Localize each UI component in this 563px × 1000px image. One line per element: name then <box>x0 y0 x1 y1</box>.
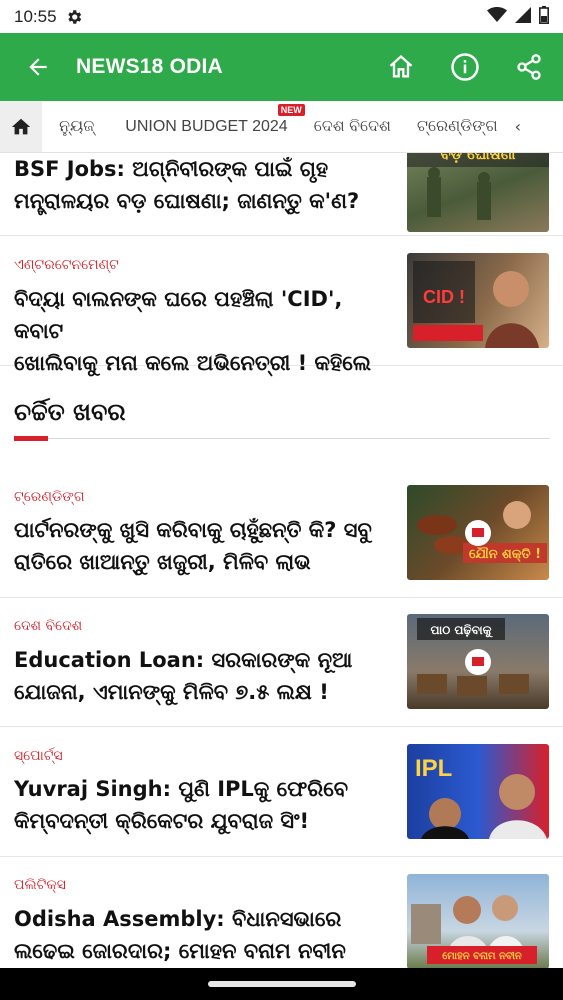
article-category: ସ୍ପୋର୍ଟ୍ସ <box>14 748 63 764</box>
status-time: 10:55 <box>14 6 57 26</box>
section-accent-bar <box>14 436 48 441</box>
back-arrow-icon[interactable] <box>22 51 54 83</box>
svg-text:IPL: IPL <box>415 755 452 782</box>
article-thumbnail: IPL <box>407 744 549 839</box>
article-thumbnail: ମୋହନ ବନାମ ନବୀନ <box>407 874 549 968</box>
article-thumbnail: ବଡ଼ ଘୋଷଣା <box>407 153 549 232</box>
home-gesture-handle[interactable] <box>208 981 356 987</box>
svg-text:ପାଠ ପଢ଼ିବାକୁ: ପାଠ ପଢ଼ିବାକୁ <box>431 623 493 639</box>
tab-trending[interactable]: ଟ୍ରେଣ୍ଡିଙ୍ଗ <box>404 118 511 136</box>
home-icon[interactable] <box>385 51 417 83</box>
tab-home-icon[interactable] <box>0 101 42 152</box>
app-title: NEWS18 ODIA <box>76 55 223 78</box>
article-headline: Odisha Assembly: ବିଧାନସଭାରେ ଲଢେଇ ଜୋରଦାର;… <box>14 907 346 963</box>
list-item[interactable]: ପଲିଟିକ୍ସ Odisha Assembly: ବିଧାନସଭାରେ ଲଢେ… <box>0 857 563 968</box>
section-title: ଚର୍ଚ୍ଚିତ ଖବର <box>14 398 126 426</box>
tab-union-budget[interactable]: UNION BUDGET 2024 NEW <box>107 103 305 136</box>
settings-gear-icon <box>65 8 83 26</box>
tab-union-budget-label: UNION BUDGET 2024 <box>125 117 288 135</box>
svg-text:ମୋହନ ବନାମ ନବୀନ: ମୋହନ ବନାମ ନବୀନ <box>442 951 522 962</box>
share-icon[interactable] <box>513 51 545 83</box>
article-thumbnail: ଯୌନ ଶକ୍ତି ! <box>407 485 549 580</box>
new-badge: NEW <box>277 103 305 116</box>
list-item[interactable]: BSF Jobs: ଅଗ୍ନିବୀରଙ୍କ ପାଇଁ ଗୃହ ମନ୍ତ୍ରାଳୟ… <box>0 153 563 236</box>
article-category: ଦେଶ ବିଦେଶ <box>14 618 83 634</box>
svg-text:ଯୌନ ଶକ୍ତି !: ଯୌନ ଶକ୍ତି ! <box>469 546 541 563</box>
svg-text:ବଡ଼ ଘୋଷଣା: ବଡ଼ ଘୋଷଣା <box>441 153 517 163</box>
article-headline: Education Loan: ସରକାରଙ୍କ ନୂଆ ଯୋଜନା, ଏମାନ… <box>14 648 353 704</box>
list-item[interactable]: ସ୍ପୋର୍ଟ୍ସ Yuvraj Singh: ପୁଣି IPLକୁ ଫେରିବ… <box>0 727 563 857</box>
tab-desh-videsh[interactable]: ଦେଶ ବିଦେଶ <box>301 118 404 136</box>
article-headline: BSF Jobs: ଅଗ୍ନିବୀରଙ୍କ ପାଇଁ ଗୃହ ମନ୍ତ୍ରାଳୟ… <box>14 157 360 213</box>
category-tab-bar: ନ୍ୟୁଜ୍ UNION BUDGET 2024 NEW ଦେଶ ବିଦେଶ ଟ… <box>0 101 563 153</box>
status-bar: 10:55 <box>0 0 563 33</box>
tab-news[interactable]: ନ୍ୟୁଜ୍ <box>42 118 107 136</box>
tab-scroll-chevron-icon[interactable]: ‹ <box>515 117 521 136</box>
battery-icon <box>539 5 549 28</box>
signal-icon <box>515 6 531 27</box>
section-header: ଚର୍ଚ୍ଚିତ ଖବର <box>14 398 550 441</box>
article-headline: Yuvraj Singh: ପୁଣି IPLକୁ ଫେରିବେ କିମ୍ବଦନ୍… <box>14 777 349 833</box>
article-thumbnail: ପାଠ ପଢ଼ିବାକୁ <box>407 614 549 709</box>
info-icon[interactable] <box>449 51 481 83</box>
article-category: ଏଣ୍ଟରଟେନମେଣ୍ଟ <box>14 257 119 273</box>
news-feed: BSF Jobs: ଅଗ୍ନିବୀରଙ୍କ ପାଇଁ ଗୃହ ମନ୍ତ୍ରାଳୟ… <box>0 153 563 968</box>
wifi-icon <box>487 6 507 27</box>
article-category: ପଲିଟିକ୍ସ <box>14 877 66 893</box>
article-headline: ପାର୍ଟନରଙ୍କୁ ଖୁସି କରିବାକୁ ଚାହୁଁଛନ୍ତି କି? … <box>14 518 372 574</box>
list-item[interactable]: ଦେଶ ବିଦେଶ Education Loan: ସରକାରଙ୍କ ନୂଆ ଯ… <box>0 598 563 727</box>
article-headline: ବିଦ୍ୟା ବାଲନଙ୍କ ଘରେ ପହଞ୍ଚିଲା 'CID', କବାଟ … <box>14 287 372 375</box>
svg-text:CID !: CID ! <box>423 287 465 307</box>
article-category: ଟ୍ରେଣ୍ଡିଙ୍ଗ <box>14 489 85 505</box>
list-item[interactable]: ଏଣ୍ଟରଟେନମେଣ୍ଟ ବିଦ୍ୟା ବାଲନଙ୍କ ଘରେ ପହଞ୍ଚିଲ… <box>0 236 563 375</box>
system-navigation-bar <box>0 968 563 1000</box>
article-thumbnail: CID ! <box>407 253 549 348</box>
app-bar: NEWS18 ODIA <box>0 33 563 101</box>
list-item[interactable]: ଟ୍ରେଣ୍ଡିଙ୍ଗ ପାର୍ଟନରଙ୍କୁ ଖୁସି କରିବାକୁ ଚାହ… <box>0 467 563 598</box>
section-divider <box>14 438 550 439</box>
